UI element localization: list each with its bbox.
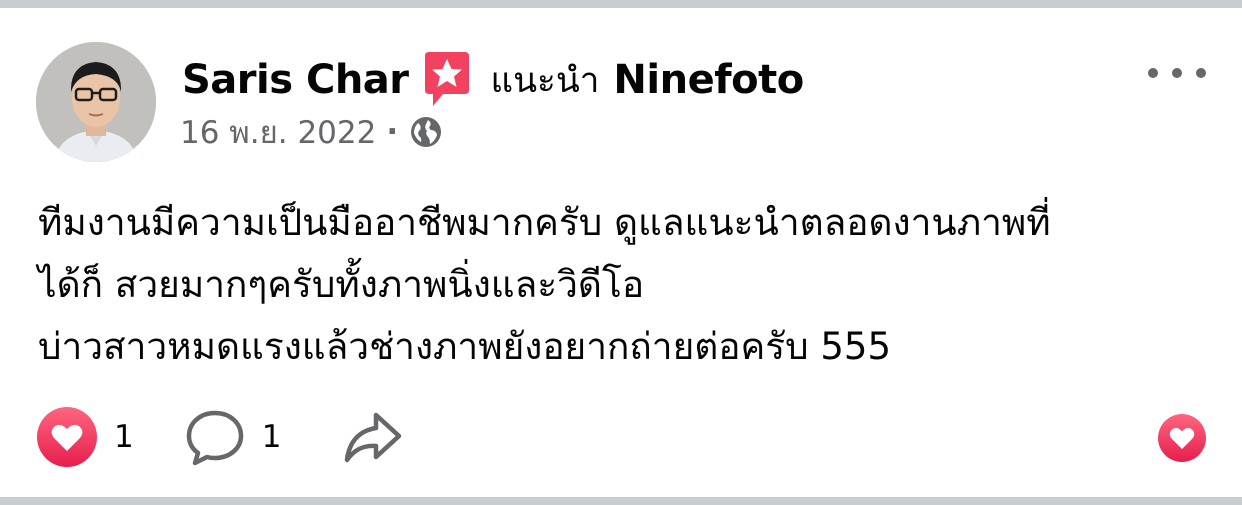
globe-icon <box>408 114 444 150</box>
more-dot-icon <box>1172 68 1182 78</box>
share-button[interactable] <box>343 409 403 465</box>
page-name-link[interactable]: Ninefoto <box>613 57 804 103</box>
post-header: Saris Char แนะนำ Ninefoto <box>182 52 804 108</box>
avatar-photo <box>36 42 156 162</box>
more-dot-icon <box>1196 68 1206 78</box>
reaction-count: 1 <box>114 419 134 455</box>
comment-icon <box>186 410 243 466</box>
share-icon <box>345 412 402 463</box>
heart-reaction-icon <box>37 407 97 467</box>
author-name[interactable]: Saris Char <box>182 57 409 103</box>
reaction-button[interactable]: 1 <box>36 406 134 468</box>
comment-button[interactable]: 1 <box>184 408 282 466</box>
avatar[interactable] <box>36 42 156 162</box>
meta-separator: · <box>386 114 399 150</box>
top-divider <box>0 0 1242 8</box>
love-icon <box>1158 414 1206 462</box>
recommend-badge-icon <box>421 52 473 108</box>
post-text-line: ได้ก็ สวยมากๆครับทั้งภาพนิ่งและวิดีโอ <box>38 263 645 306</box>
bottom-divider <box>0 497 1242 505</box>
post-text-line: บ่าวสาวหมดแรงแล้วช่างภาพยังอยากถ่ายต่อคร… <box>38 325 892 368</box>
love-button[interactable] <box>1157 413 1207 463</box>
more-options-button[interactable] <box>1148 56 1206 90</box>
post-actions: 1 1 <box>36 406 403 468</box>
more-dot-icon <box>1148 68 1158 78</box>
post-date[interactable]: 16 พ.ย. 2022 <box>180 107 376 157</box>
comment-count: 1 <box>261 419 282 455</box>
recommend-label: แนะนำ <box>490 60 600 101</box>
post-text-line: ทีมงานมีความเป็นมืออาชีพมากครับ ดูแลแนะน… <box>38 201 1051 244</box>
post-meta: 16 พ.ย. 2022 · <box>180 112 444 152</box>
post-text: ทีมงานมีความเป็นมืออาชีพมากครับ ดูแลแนะน… <box>38 192 1218 378</box>
